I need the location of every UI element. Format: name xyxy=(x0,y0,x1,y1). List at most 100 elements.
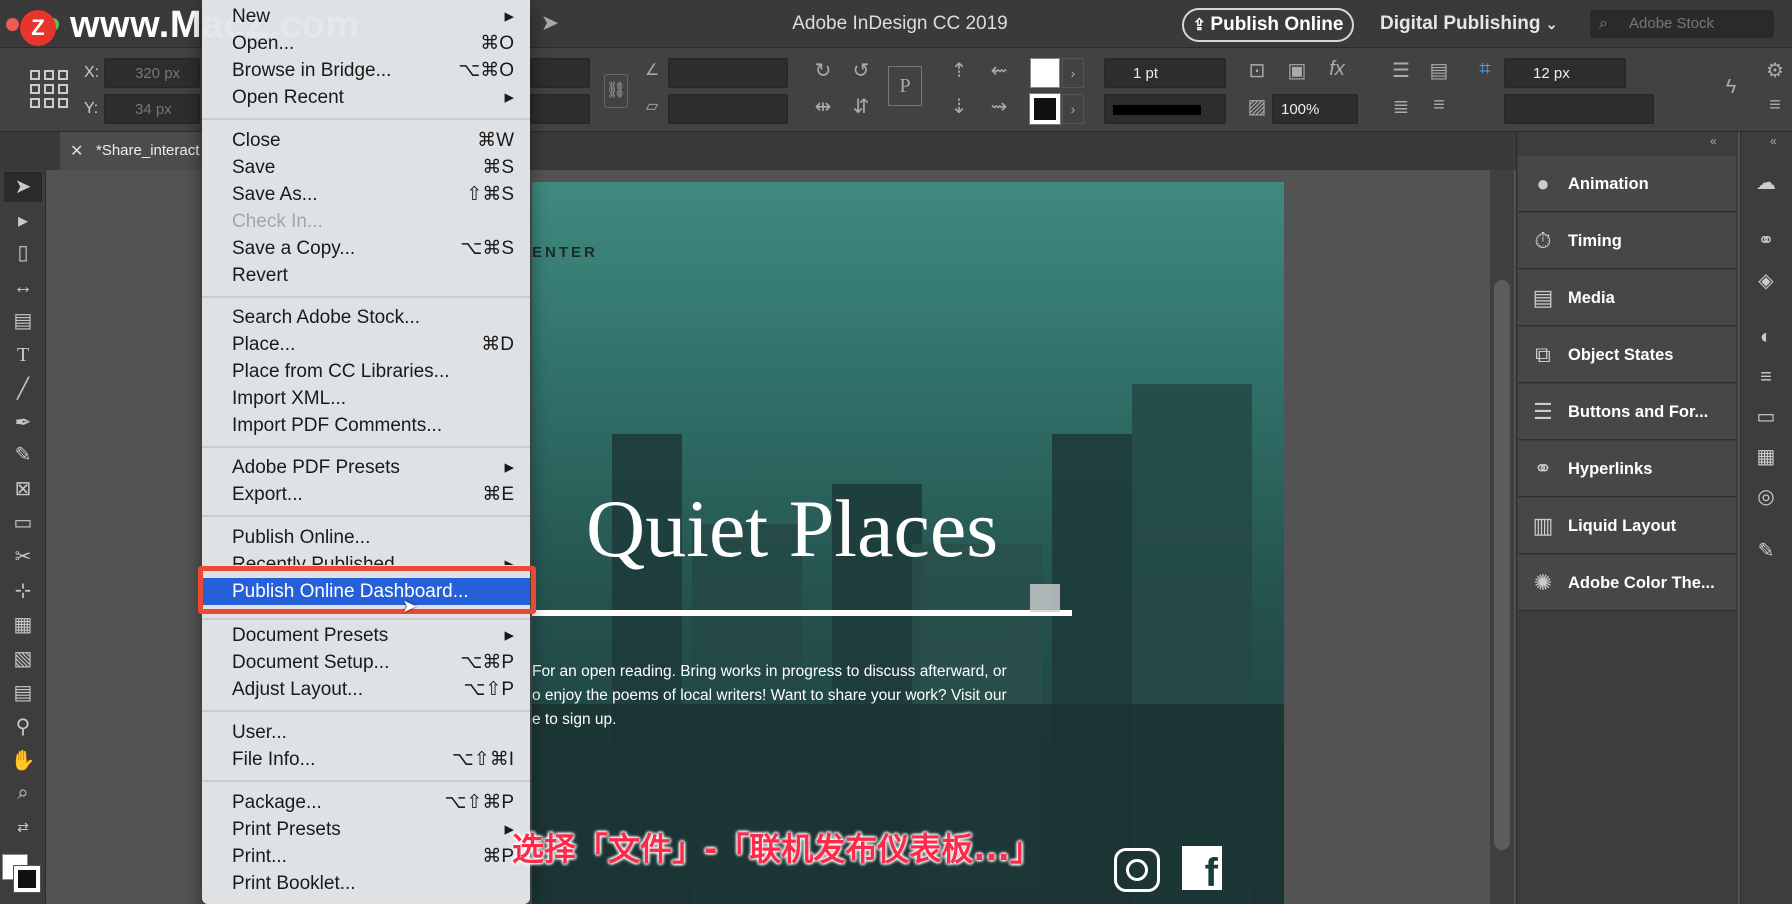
free-transform-tool-icon[interactable]: ⊹ xyxy=(4,576,42,606)
menu-item-save-as[interactable]: Save As... ⇧⌘S xyxy=(202,181,530,208)
reference-point-icon[interactable] xyxy=(30,70,68,108)
layers-icon[interactable]: ◈ xyxy=(1746,266,1786,296)
flip-vertical-icon[interactable]: ⇵ xyxy=(846,94,876,119)
menu-item-user[interactable]: User... xyxy=(202,719,530,746)
stroke-swatch[interactable] xyxy=(1029,93,1061,125)
menu-item-publish-online[interactable]: Publish Online... xyxy=(202,524,530,551)
menu-item-package[interactable]: Package... ⌥⇧⌘P xyxy=(202,789,530,816)
menu-item-open-recent[interactable]: Open Recent ▸ xyxy=(202,84,530,111)
menu-item-document-presets[interactable]: Document Presets ▸ xyxy=(202,622,530,649)
fill-swatch[interactable] xyxy=(1030,58,1060,88)
menu-item-import-xml[interactable]: Import XML... xyxy=(202,385,530,412)
menu-item-file-info[interactable]: File Info... ⌥⇧⌘I xyxy=(202,746,530,773)
align-left-icon[interactable]: ☰ xyxy=(1386,58,1416,83)
select-container-icon[interactable]: ⇡ xyxy=(944,58,974,83)
select-next-icon[interactable]: ⇝ xyxy=(984,94,1014,119)
distribute-icon[interactable]: ≡ xyxy=(1424,94,1454,117)
menu-item-save[interactable]: Save ⌘S xyxy=(202,154,530,181)
scrollbar-thumb[interactable] xyxy=(1494,280,1510,850)
hand-tool-icon[interactable]: ✋ xyxy=(4,746,42,776)
panel-buttons-forms[interactable]: ☰ Buttons and For... xyxy=(1518,384,1736,440)
fill-stroke-swatches[interactable] xyxy=(2,854,42,894)
select-content-icon[interactable]: ⇣ xyxy=(944,94,974,119)
path-type-icon[interactable]: P xyxy=(888,66,922,106)
pen-tool-icon[interactable]: ✒ xyxy=(4,408,42,438)
menu-item-adjust-layout[interactable]: Adjust Layout... ⌥⇧P xyxy=(202,676,530,703)
rectangle-tool-icon[interactable]: ▭ xyxy=(4,508,42,538)
eyedropper-tool-icon[interactable]: ⚲ xyxy=(4,712,42,742)
menu-item-place-from-cc-libraries[interactable]: Place from CC Libraries... xyxy=(202,358,530,385)
line-tool-icon[interactable]: ╱ xyxy=(4,374,42,404)
selection-tool-icon[interactable]: ➤ xyxy=(4,172,42,202)
gradient-feather-tool-icon[interactable]: ▧ xyxy=(4,644,42,674)
effects-icon[interactable]: fx xyxy=(1322,58,1352,81)
collapse-strip-icon[interactable]: « xyxy=(1770,134,1777,148)
menu-item-browse-in-bridge[interactable]: Browse in Bridge... ⌥⌘O xyxy=(202,57,530,84)
menu-item-search-adobe-stock[interactable]: Search Adobe Stock... xyxy=(202,304,530,331)
panel-animation[interactable]: ● Animation xyxy=(1518,156,1736,212)
panel-timing[interactable]: ⏱ Timing xyxy=(1518,213,1736,269)
width-field[interactable] xyxy=(530,58,590,88)
object-state-badge-icon[interactable] xyxy=(1030,584,1060,612)
stroke-color-swatch[interactable] xyxy=(13,865,41,893)
collapse-panels-icon[interactable]: « xyxy=(1710,134,1717,148)
rotate-cw-icon[interactable]: ↻ xyxy=(808,58,838,83)
fill-menu-icon[interactable]: › xyxy=(1062,58,1084,88)
publish-rocket-icon[interactable]: ➤ xyxy=(535,10,565,38)
shear-field[interactable] xyxy=(668,94,788,124)
gap-tool-icon[interactable]: ↔ xyxy=(4,272,42,302)
panel-object-states[interactable]: ⧉ Object States xyxy=(1518,327,1736,383)
menu-item-export[interactable]: Export... ⌘E xyxy=(202,481,530,508)
menu-item-save-a-copy[interactable]: Save a Copy... ⌥⌘S xyxy=(202,235,530,262)
swap-colors-icon[interactable]: ⇄ xyxy=(4,812,42,842)
gradient-icon[interactable]: ▭ xyxy=(1746,402,1786,432)
stroke-menu-icon[interactable]: › xyxy=(1062,94,1084,124)
select-previous-icon[interactable]: ⇜ xyxy=(984,58,1014,83)
y-position-field[interactable]: 34 px xyxy=(104,94,200,124)
menu-item-close[interactable]: Close ⌘W xyxy=(202,127,530,154)
menu-item-new[interactable]: New ▸ xyxy=(202,3,530,30)
object-style-field[interactable] xyxy=(1504,94,1654,124)
adobe-stock-search[interactable]: ⌕ Adobe Stock xyxy=(1590,10,1774,38)
close-icon[interactable]: ✕ xyxy=(70,141,83,161)
type-tool-icon[interactable]: T xyxy=(4,340,42,370)
menu-item-open[interactable]: Open... ⌘O xyxy=(202,30,530,57)
stroke-icon[interactable]: ≡ xyxy=(1746,362,1786,392)
panel-media[interactable]: ▤ Media xyxy=(1518,270,1736,326)
menu-item-document-setup[interactable]: Document Setup... ⌥⌘P xyxy=(202,649,530,676)
menu-item-print[interactable]: Print... ⌘P xyxy=(202,843,530,870)
menu-item-import-pdf-comments[interactable]: Import PDF Comments... xyxy=(202,412,530,439)
content-collector-icon[interactable]: ▤ xyxy=(4,306,42,336)
color-icon[interactable]: ◎ xyxy=(1746,482,1786,512)
pencil-tool-icon[interactable]: ✎ xyxy=(4,440,42,470)
facebook-icon[interactable]: f xyxy=(1182,846,1222,890)
frame-fitting-icon[interactable]: ⊡ xyxy=(1242,58,1272,83)
zoom-tool-icon[interactable]: ⌕ xyxy=(4,778,42,808)
direct-selection-tool-icon[interactable]: ▸ xyxy=(4,206,42,236)
gradient-swatch-tool-icon[interactable]: ▦ xyxy=(4,610,42,640)
constrain-proportions-icon[interactable]: ⛓ xyxy=(604,74,628,108)
menu-item-recently-published[interactable]: Recently Published ▸ xyxy=(202,551,530,565)
rotation-field[interactable] xyxy=(668,58,788,88)
menu-item-place[interactable]: Place... ⌘D xyxy=(202,331,530,358)
gap-tool-icon[interactable]: ⌗ xyxy=(1470,58,1500,81)
stroke-weight-field[interactable]: 1 pt xyxy=(1104,58,1226,88)
menu-item-print-presets[interactable]: Print Presets ▸ xyxy=(202,816,530,843)
close-window-icon[interactable] xyxy=(6,18,19,31)
menu-item-print-booklet[interactable]: Print Booklet... xyxy=(202,870,530,897)
opacity-field[interactable]: 100% xyxy=(1272,94,1358,124)
rectangle-frame-tool-icon[interactable]: ⊠ xyxy=(4,474,42,504)
quick-apply-icon[interactable]: ϟ xyxy=(1716,76,1746,99)
menu-item-revert[interactable]: Revert xyxy=(202,262,530,289)
panel-hyperlinks[interactable]: ⚭ Hyperlinks xyxy=(1518,441,1736,497)
publish-online-button[interactable]: ⇪ Publish Online xyxy=(1182,8,1354,42)
swatches-icon[interactable]: ◐ xyxy=(1746,322,1786,352)
note-tool-icon[interactable]: ▤ xyxy=(4,678,42,708)
flip-horizontal-icon[interactable]: ⇹ xyxy=(808,94,838,119)
stroke-type-field[interactable] xyxy=(1104,94,1226,124)
pages-icon[interactable]: ▦ xyxy=(1746,442,1786,472)
links-icon[interactable]: ⚭ xyxy=(1746,226,1786,256)
drop-shadow-icon[interactable]: ▣ xyxy=(1282,58,1312,83)
page-tool-icon[interactable]: ▯ xyxy=(4,238,42,268)
panel-adobe-color-themes[interactable]: ✺ Adobe Color The... xyxy=(1518,555,1736,611)
